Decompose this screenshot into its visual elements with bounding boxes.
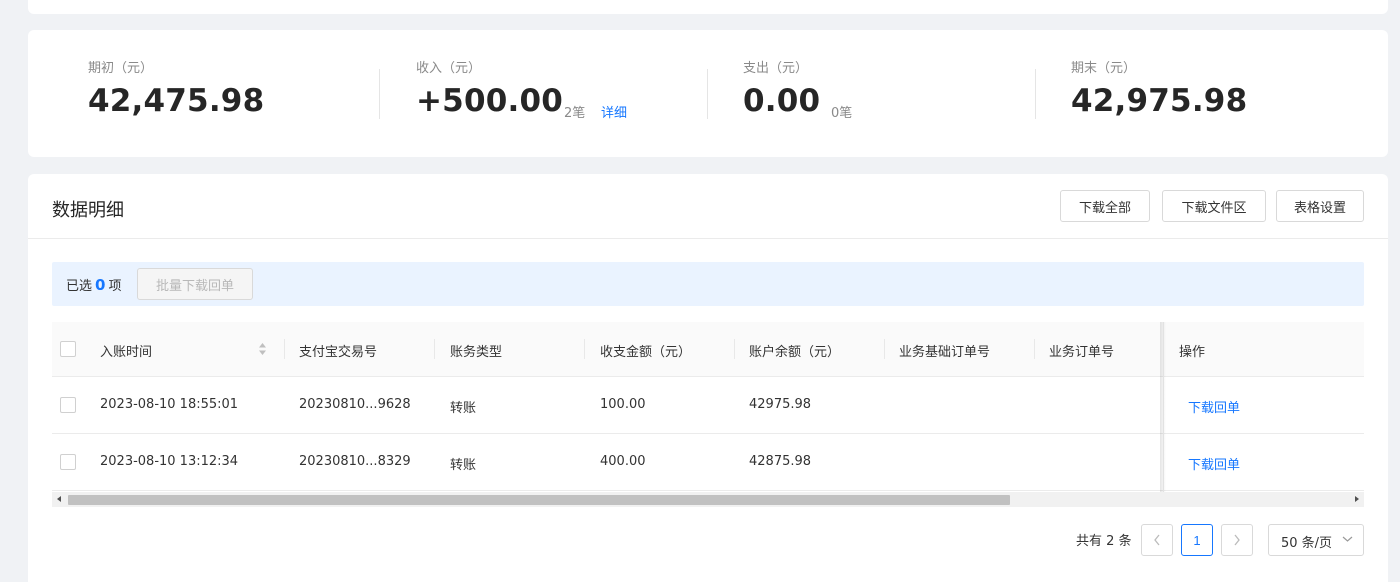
cell-balance: 42975.98 (749, 397, 812, 412)
selection-count: 0 (95, 276, 106, 294)
cell-type: 转账 (450, 401, 477, 416)
cell-trade-no: 20230810...9628 (299, 397, 411, 412)
download-all-button[interactable]: 下载全部 (1060, 190, 1150, 222)
column-separator (1034, 339, 1035, 359)
column-separator (584, 339, 585, 359)
column-header: 业务基础订单号 (899, 345, 991, 360)
total-count: 共有 2 条 (1076, 534, 1132, 549)
page-size-label: 50 条/页 (1281, 536, 1333, 551)
opening-label: 期初（元） (88, 61, 154, 76)
table-settings-button[interactable]: 表格设置 (1276, 190, 1364, 222)
column-header: 收支金额（元） (600, 345, 692, 360)
cell-trade-no: 20230810...8329 (299, 454, 411, 469)
income-detail-link[interactable]: 详细 (601, 102, 627, 121)
column-separator (884, 339, 885, 359)
data-detail-card: 数据明细 下载全部 下载文件区 表格设置 已选 0 项 批量下载回单 入账时间 支付… (28, 174, 1388, 582)
column-header: 账户余额（元） (749, 345, 841, 360)
select-all-checkbox[interactable] (60, 341, 76, 357)
sort-icon[interactable] (258, 342, 267, 356)
expense-label: 支出（元） (743, 61, 809, 76)
chevron-right-icon (1234, 534, 1240, 546)
column-separator (434, 339, 435, 359)
next-page-button[interactable] (1221, 524, 1253, 556)
prev-page-button[interactable] (1141, 524, 1173, 556)
closing-label: 期末（元） (1071, 61, 1137, 76)
selection-suffix: 项 (108, 279, 122, 294)
stat-divider (707, 69, 708, 119)
table-row: 2023-08-10 18:55:01 20230810...9628 转账 1… (52, 377, 1364, 434)
row-checkbox[interactable] (60, 397, 76, 413)
scroll-left-icon[interactable] (57, 496, 61, 502)
page-size-select[interactable]: 50 条/页 (1268, 524, 1364, 556)
scroll-right-icon[interactable] (1355, 496, 1359, 502)
cell-balance: 42875.98 (749, 454, 812, 469)
cell-type: 转账 (450, 458, 477, 473)
chevron-left-icon (1154, 534, 1160, 546)
column-separator (734, 339, 735, 359)
row-checkbox[interactable] (60, 454, 76, 470)
scrollbar-thumb[interactable] (68, 495, 1010, 505)
column-header: 账务类型 (450, 345, 503, 360)
opening-value: 42,475.98 (88, 83, 265, 119)
horizontal-scrollbar[interactable] (52, 492, 1364, 507)
fixed-column-border (1163, 322, 1164, 492)
column-header: 业务订单号 (1049, 345, 1115, 360)
stat-divider (1035, 69, 1036, 119)
selection-bar: 已选 0 项 批量下载回单 (52, 262, 1364, 306)
top-card-edge (28, 0, 1388, 14)
selection-prefix: 已选 (66, 279, 93, 294)
selection-text: 已选 0 项 (66, 275, 121, 294)
download-receipt-link[interactable]: 下载回单 (1188, 454, 1240, 473)
table-header: 入账时间 支付宝交易号 账务类型 收支金额（元） 账户余额（元） 业务基础订单号… (52, 322, 1364, 377)
expense-count: 0笔 (831, 106, 853, 121)
download-area-button[interactable]: 下载文件区 (1162, 190, 1266, 222)
income-value: +500.00 (416, 83, 564, 119)
batch-download-button[interactable]: 批量下载回单 (137, 268, 253, 300)
page-1-button[interactable]: 1 (1181, 524, 1213, 556)
cell-time: 2023-08-10 18:55:01 (100, 397, 239, 412)
column-header: 操作 (1179, 345, 1206, 360)
cell-time: 2023-08-10 13:12:34 (100, 454, 239, 469)
summary-card: 期初（元） 42,475.98 收入（元） +500.00 2笔 详细 支出（元… (28, 30, 1388, 157)
income-count: 2笔 (564, 106, 586, 121)
income-label: 收入（元） (416, 61, 482, 76)
column-header[interactable]: 入账时间 (100, 341, 152, 360)
stat-divider (379, 69, 380, 119)
cell-amount: 400.00 (600, 454, 646, 469)
card-title: 数据明细 (52, 200, 124, 221)
column-separator (284, 339, 285, 359)
header-divider (28, 238, 1388, 239)
closing-value: 42,975.98 (1071, 83, 1248, 119)
transactions-table: 入账时间 支付宝交易号 账务类型 收支金额（元） 账户余额（元） 业务基础订单号… (52, 322, 1364, 507)
column-header: 支付宝交易号 (299, 345, 378, 360)
table-row: 2023-08-10 13:12:34 20230810...8329 转账 4… (52, 434, 1364, 491)
chevron-down-icon (1342, 536, 1353, 542)
download-receipt-link[interactable]: 下载回单 (1188, 397, 1240, 416)
expense-value: 0.00 (743, 83, 821, 119)
cell-amount: 100.00 (600, 397, 646, 412)
